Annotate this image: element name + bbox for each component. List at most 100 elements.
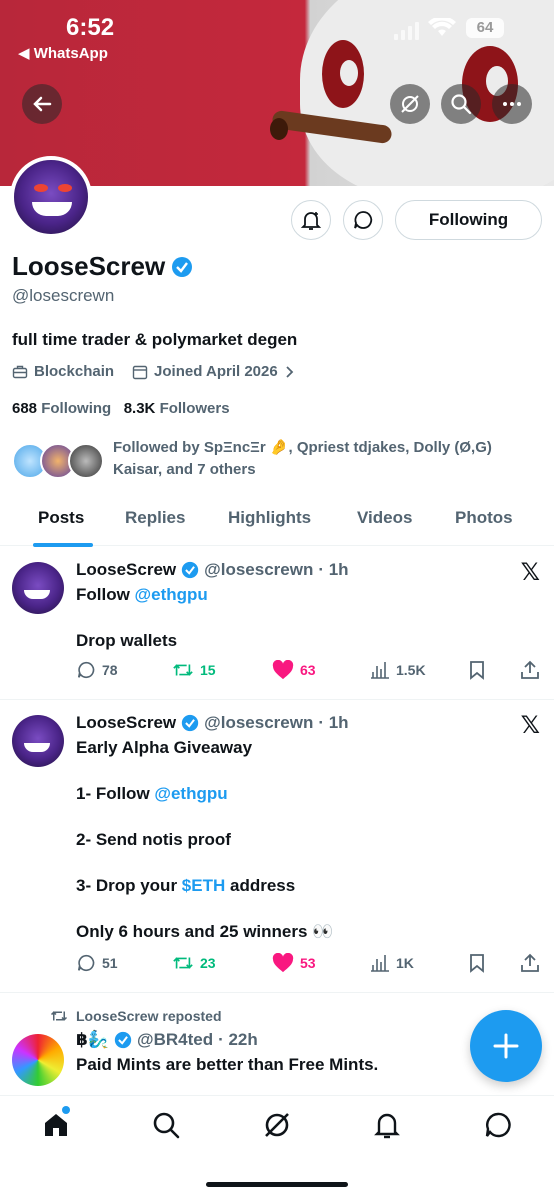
- home-indicator: [206, 1182, 348, 1187]
- post-text: Follow @ethgpu Drop wallets: [76, 583, 208, 652]
- followers-count-link[interactable]: 8.3K Followers: [124, 400, 230, 417]
- views-chart-icon: [371, 662, 389, 679]
- profile-handle: @losescrewn: [12, 286, 115, 305]
- post-item[interactable]: LooseScrew @losescrewn · 1h 𝕏 Early Alph…: [0, 701, 554, 993]
- verified-badge-icon: [181, 561, 199, 579]
- followers-count: 8.3K: [123, 400, 156, 417]
- views-count: 1.5K: [396, 662, 426, 678]
- repost-icon: [173, 957, 193, 969]
- post-time: · 22h: [218, 1030, 258, 1049]
- profile-joined: Joined April 2026: [154, 363, 278, 380]
- grok-button[interactable]: [390, 84, 430, 124]
- message-button[interactable]: [343, 200, 383, 240]
- share-icon: [521, 660, 539, 679]
- post-time: · 1h: [318, 713, 349, 732]
- like-button[interactable]: 53: [272, 953, 316, 973]
- repost-count: 23: [200, 955, 216, 971]
- post-author-handle: @losescrewn: [204, 560, 314, 579]
- heart-filled-icon: [272, 660, 294, 680]
- reply-icon: [77, 661, 95, 679]
- bookmark-button[interactable]: [468, 953, 486, 973]
- arrow-left-icon: [33, 96, 52, 112]
- verified-badge-icon: [114, 1031, 132, 1049]
- followed-by-avatars[interactable]: [12, 443, 104, 481]
- share-button[interactable]: [520, 660, 540, 680]
- calendar-icon: [132, 365, 148, 379]
- battery-level: 64: [476, 19, 494, 36]
- more-button[interactable]: [492, 84, 532, 124]
- back-button[interactable]: [22, 84, 62, 124]
- grok-icon[interactable]: [262, 1110, 292, 1140]
- avatar-grin: [32, 202, 72, 216]
- mention-link[interactable]: @ethgpu: [154, 784, 227, 803]
- tab-photos[interactable]: Photos: [455, 508, 513, 528]
- repost-label[interactable]: LooseScrew reposted: [50, 1008, 222, 1024]
- profile-avatar[interactable]: [10, 156, 92, 238]
- post-author-name[interactable]: ฿🧞‍♂️: [76, 1030, 109, 1050]
- bookmark-icon: [470, 661, 484, 680]
- chevron-right-icon[interactable]: [284, 365, 296, 379]
- verified-badge-icon[interactable]: [171, 256, 193, 278]
- following-count-link[interactable]: 688 Following: [12, 400, 111, 417]
- mention-link[interactable]: @ethgpu: [135, 585, 208, 604]
- post-text: Paid Mints are better than Free Mints.: [76, 1055, 379, 1074]
- notifications-button[interactable]: [291, 200, 331, 240]
- repost-button[interactable]: 23: [172, 953, 216, 973]
- like-button[interactable]: 63: [272, 660, 316, 680]
- bell-icon[interactable]: [372, 1110, 402, 1140]
- post-item[interactable]: LooseScrew @losescrewn · 1h 𝕏 Follow @et…: [0, 548, 554, 700]
- profile-tabs: Posts Replies Highlights Videos Photos: [0, 498, 554, 546]
- avatar: [68, 443, 104, 479]
- post-author-name[interactable]: LooseScrew: [76, 713, 176, 733]
- avatar[interactable]: [12, 715, 64, 767]
- post-text-line: address: [225, 876, 296, 895]
- grok-icon: [401, 95, 419, 113]
- search-icon[interactable]: [151, 1110, 181, 1140]
- following-count: 688: [12, 400, 38, 417]
- profile-meta: Blockchain Joined April 2026: [12, 363, 296, 380]
- status-bar: 6:52 ◀ WhatsApp 64: [0, 14, 554, 62]
- post-text-line: Drop wallets: [76, 631, 178, 650]
- repost-count: 15: [200, 662, 216, 678]
- tab-highlights[interactable]: Highlights: [228, 508, 311, 528]
- views-button[interactable]: 1.5K: [370, 660, 426, 680]
- profile-category[interactable]: Blockchain: [34, 363, 114, 380]
- reply-button[interactable]: 51: [76, 953, 118, 973]
- share-button[interactable]: [520, 953, 540, 973]
- avatar[interactable]: [12, 562, 64, 614]
- post-actions: 51 23 53 1K: [76, 953, 542, 977]
- post-author-handle: @BR4ted: [137, 1030, 214, 1049]
- repost-button[interactable]: 15: [172, 660, 216, 680]
- tab-replies[interactable]: Replies: [125, 508, 185, 528]
- compose-post-button[interactable]: [470, 1010, 542, 1082]
- back-to-app-link[interactable]: ◀ WhatsApp: [18, 44, 108, 62]
- views-count: 1K: [396, 955, 414, 971]
- post-text-line: Follow: [76, 585, 135, 604]
- search-button[interactable]: [441, 84, 481, 124]
- avatar-grin: [24, 743, 50, 752]
- messages-icon[interactable]: [483, 1110, 513, 1140]
- reply-icon: [77, 954, 95, 972]
- notification-dot: [62, 1106, 70, 1114]
- post-author-name[interactable]: LooseScrew: [76, 560, 176, 580]
- banner-eye-left-inner: [340, 60, 358, 86]
- follow-counts: 688 Following 8.3K Followers: [12, 400, 230, 417]
- repost-icon: [50, 1011, 68, 1021]
- home-icon[interactable]: [41, 1110, 71, 1140]
- profile-bio: full time trader & polymarket degen: [12, 330, 298, 349]
- cashtag-link[interactable]: $ETH: [182, 876, 225, 895]
- reply-count: 78: [102, 662, 118, 678]
- avatar-grin: [24, 590, 50, 599]
- followed-by-text[interactable]: Followed by SpΞncΞr 🤌, Qpriest tdjakes, …: [113, 437, 533, 481]
- like-count: 63: [300, 662, 316, 678]
- views-button[interactable]: 1K: [370, 953, 414, 973]
- tab-posts[interactable]: Posts: [38, 508, 84, 528]
- following-button[interactable]: Following: [395, 200, 542, 240]
- repost-label-text: LooseScrew reposted: [76, 1008, 222, 1024]
- avatar[interactable]: [12, 1034, 64, 1086]
- signal-icon: [394, 22, 419, 40]
- bookmark-button[interactable]: [468, 660, 486, 680]
- reply-button[interactable]: 78: [76, 660, 118, 680]
- tab-videos[interactable]: Videos: [357, 508, 412, 528]
- x-logo-icon: 𝕏: [520, 712, 540, 739]
